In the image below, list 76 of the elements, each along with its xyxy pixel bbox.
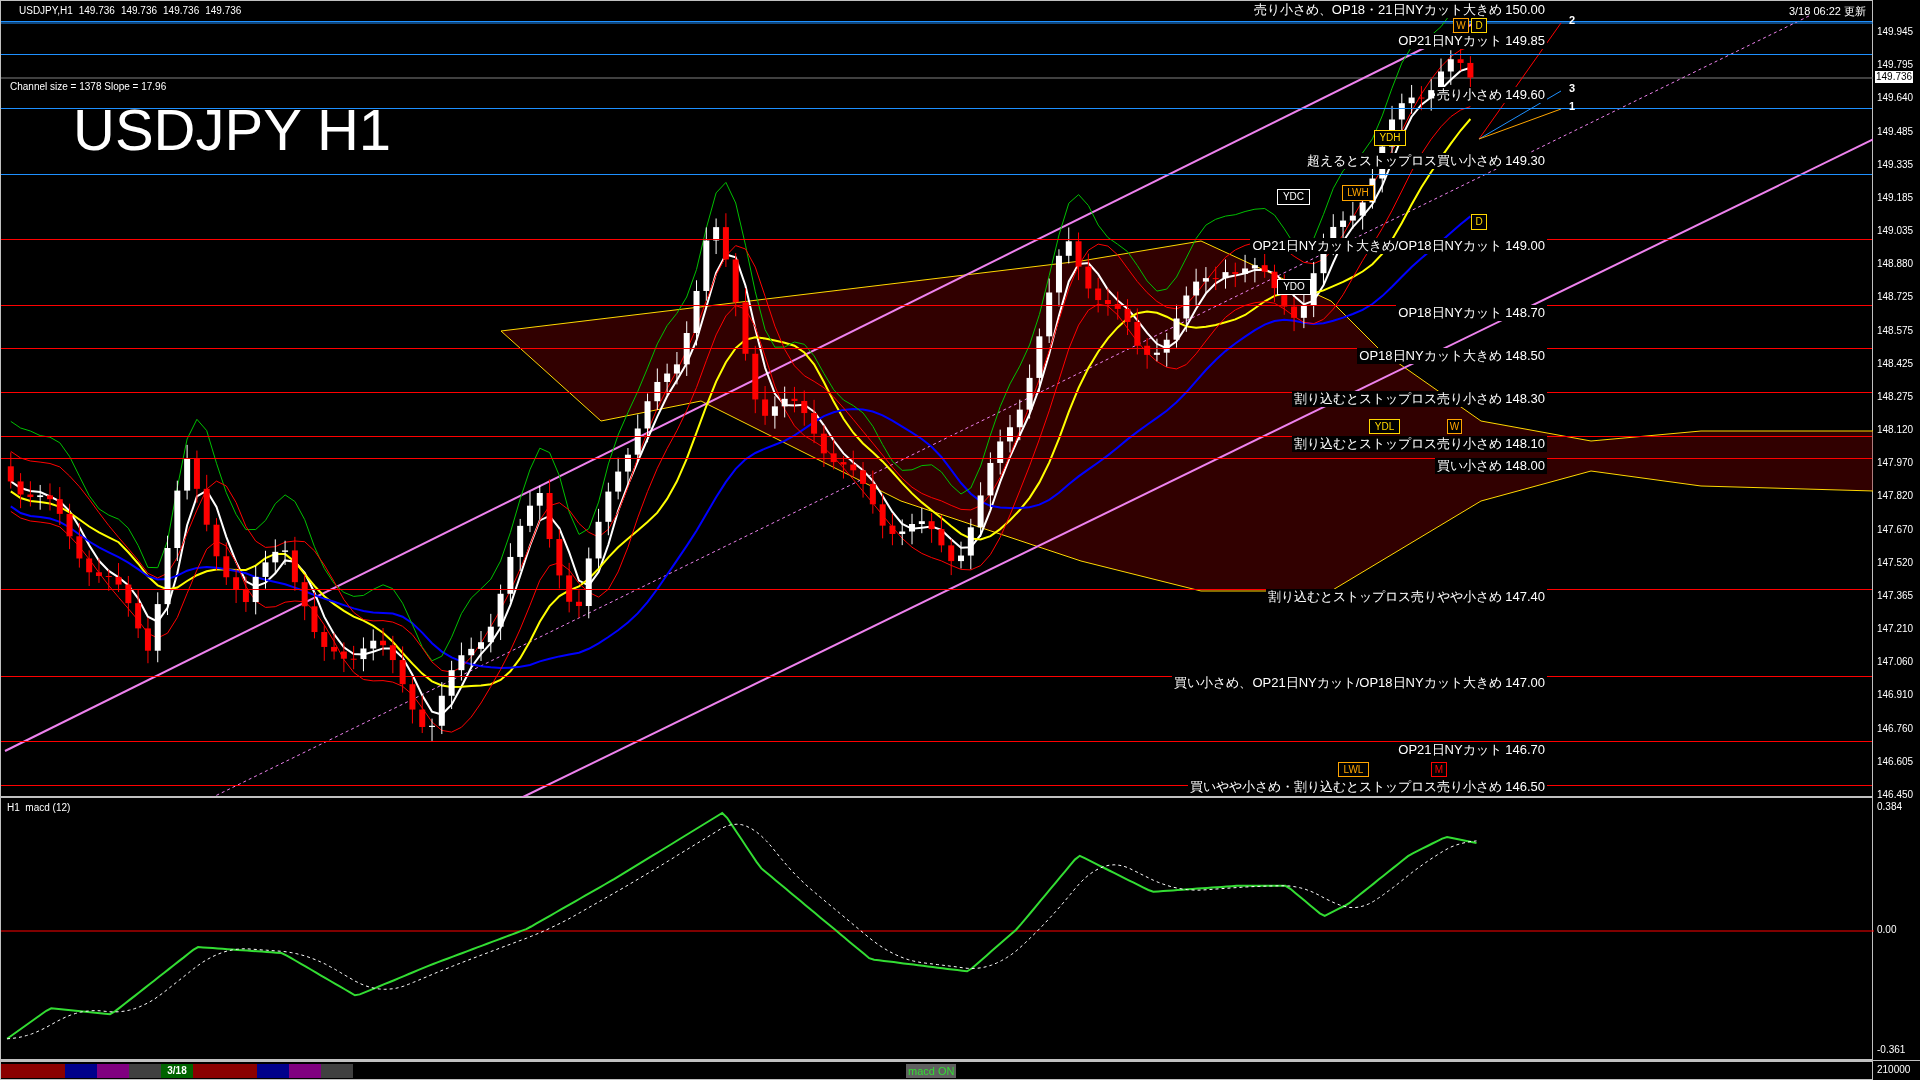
session-segment: [225, 1063, 257, 1078]
price-tick: 149.185: [1877, 191, 1914, 204]
level-label: 買い小さめ 148.00: [1434, 458, 1547, 474]
price-tick: 149.485: [1877, 125, 1914, 138]
price-tick: 146.450: [1877, 788, 1914, 801]
quote-value: 149.736: [78, 4, 115, 18]
session-segment: [193, 1063, 225, 1078]
price-tick: 149.640: [1877, 92, 1914, 105]
price-tick: 148.880: [1877, 258, 1914, 271]
price-tick: 146.910: [1877, 689, 1914, 702]
macd-tick: -0.361: [1877, 1044, 1906, 1056]
chart-title: USDJPY H1: [73, 101, 392, 159]
marker-label: D: [1471, 18, 1487, 33]
level-label: 割り込むとストップロス売りやや小さめ 147.40: [1265, 589, 1547, 605]
update-time: 3/18 06:22 更新: [1788, 4, 1866, 18]
marker-label: LWH: [1342, 185, 1374, 201]
marker-label: YDL: [1369, 419, 1400, 434]
marker-label: YDH: [1374, 130, 1406, 146]
marker-label: M: [1431, 762, 1447, 777]
marker-label: D: [1471, 214, 1487, 230]
session-segment: [321, 1063, 353, 1078]
price-tick: 148.275: [1877, 390, 1914, 403]
line-number: 3: [1569, 81, 1576, 95]
price-tick: 148.725: [1877, 291, 1914, 304]
price-tick: 149.035: [1877, 225, 1914, 237]
price-tick: 148.575: [1877, 324, 1914, 337]
price-tick: 147.365: [1877, 589, 1914, 602]
marker-label: W: [1453, 18, 1469, 33]
price-tick: 147.820: [1877, 490, 1914, 503]
level-label: OP18日NYカット大きめ 148.50: [1357, 348, 1547, 364]
status-label: macd ON: [906, 1064, 957, 1078]
level-label: 割り込むとストップロス売り小さめ 148.10: [1291, 436, 1547, 452]
date-label: 3/18: [161, 1063, 193, 1078]
level-label: 超えるとストップロス買い小さめ 149.30: [1304, 153, 1547, 169]
price-tick: 146.605: [1877, 755, 1914, 768]
price-tick: 149.945: [1877, 26, 1914, 38]
price-tick: 147.210: [1877, 623, 1914, 636]
price-tick: 149.795: [1877, 59, 1914, 72]
price-tick: 148.425: [1877, 357, 1914, 370]
level-label: 割り込むとストップロス売り小さめ 148.30: [1291, 391, 1547, 407]
session-segment: [257, 1063, 289, 1078]
level-label: OP21日NYカット 149.85: [1396, 33, 1547, 49]
session-segment: [1, 1063, 33, 1078]
quote-value: 149.736: [205, 4, 242, 18]
marker-label: W: [1447, 419, 1462, 434]
current-price-label: 149.736: [1875, 71, 1914, 83]
price-tick: 147.520: [1877, 556, 1914, 569]
macd-tick: 0.00: [1877, 924, 1897, 936]
session-segment: [97, 1063, 129, 1078]
session-segment: [289, 1063, 321, 1078]
marker-label: LWL: [1338, 762, 1369, 777]
price-tick: 147.060: [1877, 656, 1914, 669]
volume-scale: 210000: [1876, 1063, 1911, 1077]
level-label: 買いやや小さめ・割り込むとストップロス売り小さめ 146.50: [1187, 779, 1547, 795]
channel-info: Channel size = 1378 Slope = 17.96: [10, 80, 167, 94]
symbol-label: USDJPY,H1: [19, 4, 73, 18]
level-label: OP18日NYカット 148.70: [1396, 305, 1547, 321]
marker-label: YDC: [1277, 189, 1310, 205]
level-label: OP21日NYカット大きめ/OP18日NYカット 149.00: [1250, 238, 1547, 254]
level-label: 売り小さめ、OP18・21日NYカット大きめ 150.00: [1251, 2, 1547, 18]
session-segment: [65, 1063, 97, 1078]
price-tick: 147.670: [1877, 523, 1914, 536]
quote-value: 149.736: [120, 4, 158, 18]
session-segment: [33, 1063, 65, 1078]
macd-tick: 0.384: [1877, 801, 1903, 813]
quote-value: 149.736: [163, 4, 200, 18]
level-label: 売り小さめ 149.60: [1434, 87, 1547, 103]
marker-label: YDO: [1277, 279, 1311, 295]
macd-title: H1 macd (12): [7, 802, 71, 814]
price-tick: 149.335: [1877, 158, 1914, 171]
price-tick: 146.760: [1877, 722, 1914, 735]
level-label: 買い小さめ、OP21日NYカット/OP18日NYカット大きめ 147.00: [1172, 675, 1547, 691]
level-label: OP21日NYカット 146.70: [1396, 742, 1547, 758]
session-segment: [129, 1063, 161, 1078]
price-tick: 148.120: [1877, 424, 1914, 437]
price-tick: 147.970: [1877, 457, 1914, 470]
